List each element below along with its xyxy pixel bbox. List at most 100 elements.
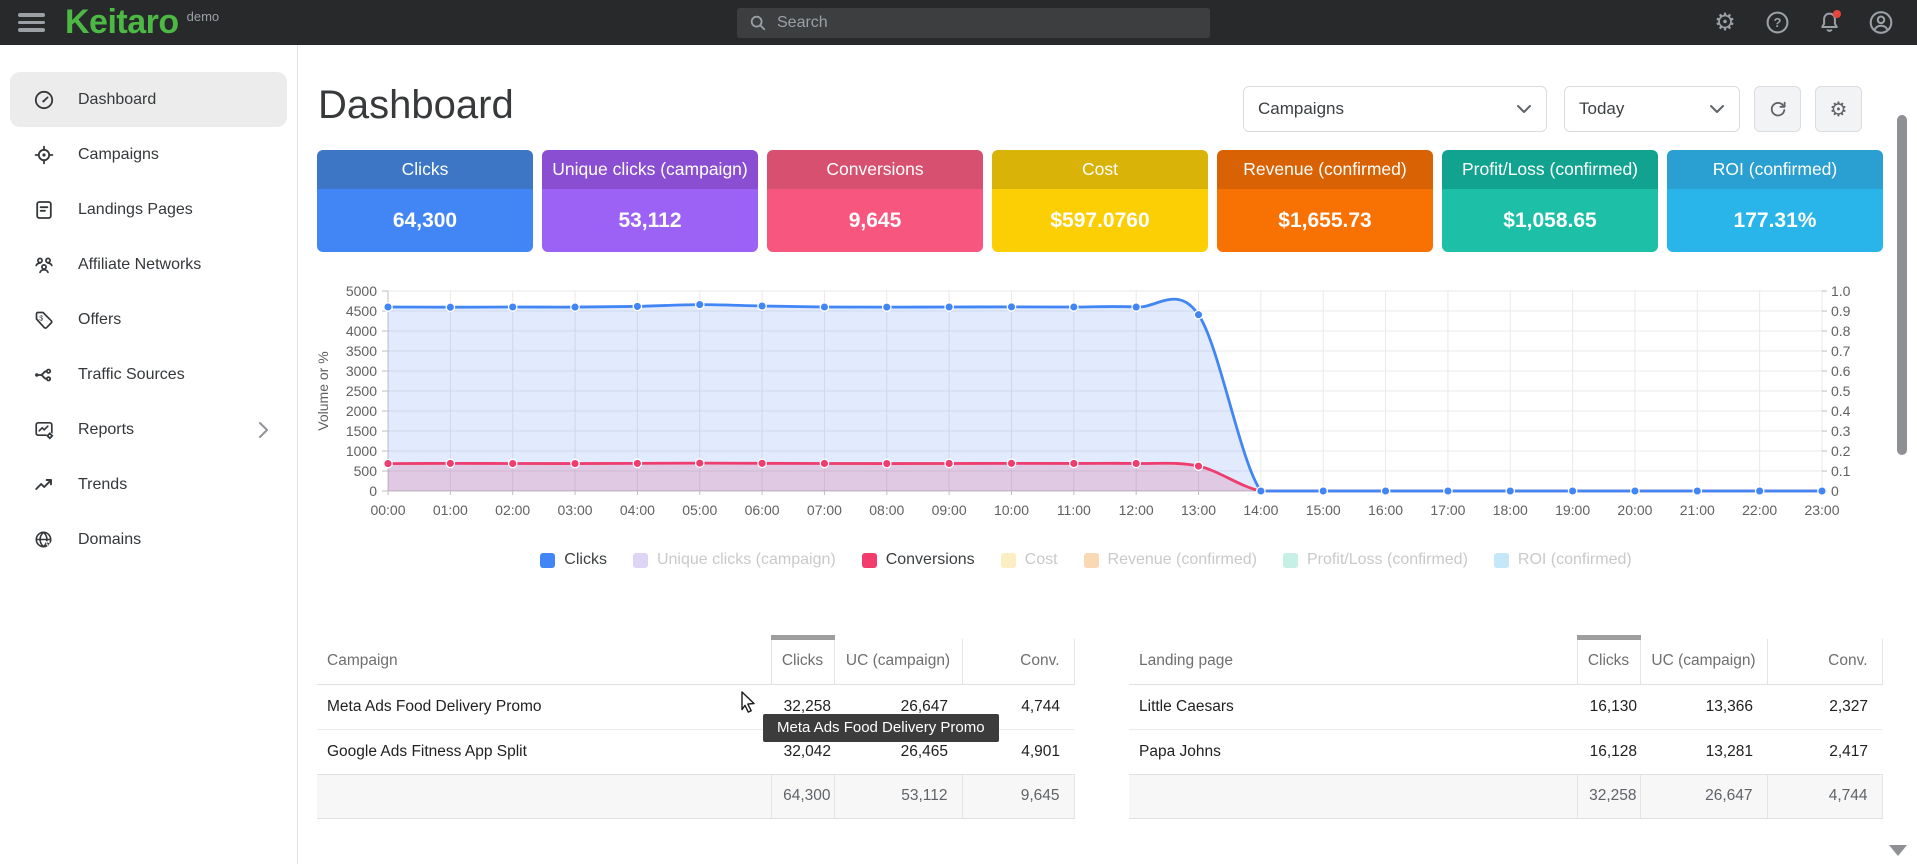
sidebar-item-affiliate-networks[interactable]: Affiliate Networks (10, 237, 287, 292)
table-row[interactable]: Papa Johns 16,128 13,281 2,417 (1129, 729, 1882, 774)
svg-text:00:00: 00:00 (370, 502, 405, 518)
svg-text:1000: 1000 (346, 443, 377, 459)
column-header-conv[interactable]: Conv. (1767, 639, 1882, 684)
svg-text:2500: 2500 (346, 383, 377, 399)
svg-text:16:00: 16:00 (1368, 502, 1403, 518)
svg-text:0.1: 0.1 (1831, 463, 1851, 479)
svg-text:06:00: 06:00 (745, 502, 780, 518)
legend-item-profit-loss[interactable]: Profit/Loss (confirmed) (1283, 551, 1468, 569)
stat-cards-row: Clicks 64,300 Unique clicks (campaign) 5… (317, 150, 1883, 252)
sidebar-item-label: Trends (78, 476, 127, 494)
reports-icon (33, 419, 55, 441)
stat-card-revenue[interactable]: Revenue (confirmed) $1,655.73 (1217, 150, 1433, 252)
sidebar-item-label: Offers (78, 311, 121, 329)
svg-text:USD: USD (1865, 376, 1866, 406)
scroll-down-arrow[interactable] (1889, 845, 1907, 856)
domains-globe-icon (33, 529, 55, 551)
stat-card-roi[interactable]: ROI (confirmed) 177.31% (1667, 150, 1883, 252)
svg-text:11:00: 11:00 (1057, 502, 1091, 518)
sidebar-item-label: Campaigns (78, 146, 159, 164)
sidebar-item-offers[interactable]: $ Offers (10, 292, 287, 347)
svg-text:03:00: 03:00 (558, 502, 593, 518)
table-totals-row: 64,300 53,112 9,645 (317, 774, 1074, 818)
stat-card-unique-clicks[interactable]: Unique clicks (campaign) 53,112 (542, 150, 758, 252)
menu-icon[interactable] (18, 9, 45, 36)
search-input[interactable] (777, 14, 1177, 32)
svg-text:1.0: 1.0 (1831, 283, 1851, 299)
svg-text:0.8: 0.8 (1831, 323, 1851, 339)
column-header-uc[interactable]: UC (campaign) (1640, 639, 1767, 684)
traffic-sources-icon (33, 364, 55, 386)
date-range-value: Today (1579, 99, 1624, 119)
stat-card-cost[interactable]: Cost $597.0760 (992, 150, 1208, 252)
sidebar-item-trends[interactable]: Trends (10, 457, 287, 512)
sidebar-item-dashboard[interactable]: Dashboard (10, 72, 287, 127)
legend-item-revenue[interactable]: Revenue (confirmed) (1084, 551, 1257, 569)
landing-pages-table: Landing page Clicks UC (campaign) Conv. … (1129, 639, 1883, 819)
account-avatar-icon[interactable] (1868, 10, 1894, 36)
stat-card-clicks[interactable]: Clicks 64,300 (317, 150, 533, 252)
column-header-landing-page[interactable]: Landing page (1129, 639, 1577, 684)
column-header-campaign[interactable]: Campaign (317, 639, 771, 684)
table-row[interactable]: Little Caesars 16,130 13,366 2,327 (1129, 684, 1882, 729)
grouping-select-value: Campaigns (1258, 99, 1344, 119)
stat-card-profit-loss[interactable]: Profit/Loss (confirmed) $1,058.65 (1442, 150, 1658, 252)
sidebar-item-label: Domains (78, 531, 141, 549)
legend-item-unique-clicks[interactable]: Unique clicks (campaign) (633, 551, 836, 569)
svg-text:23:00: 23:00 (1804, 502, 1839, 518)
grouping-select[interactable]: Campaigns (1243, 86, 1547, 132)
stat-card-value: 53,112 (618, 209, 681, 233)
legend-swatch (1001, 553, 1016, 568)
svg-text:17:00: 17:00 (1430, 502, 1465, 518)
legend-item-roi[interactable]: ROI (confirmed) (1494, 551, 1632, 569)
campaigns-target-icon (33, 144, 55, 166)
column-header-clicks[interactable]: Clicks (771, 639, 834, 684)
stat-card-value: 177.31% (1734, 209, 1817, 233)
dashboard-chart: 00:0001:0002:0003:0004:0005:0006:0007:00… (306, 277, 1866, 529)
column-header-clicks[interactable]: Clicks (1577, 639, 1640, 684)
chevron-down-icon (1709, 104, 1725, 114)
stat-card-conversions[interactable]: Conversions 9,645 (767, 150, 983, 252)
svg-text:0: 0 (1831, 483, 1839, 499)
svg-text:12:00: 12:00 (1119, 502, 1154, 518)
sidebar-item-traffic-sources[interactable]: Traffic Sources (10, 347, 287, 402)
notifications-bell-icon[interactable] (1816, 10, 1842, 36)
svg-text:22:00: 22:00 (1742, 502, 1777, 518)
main-content: Dashboard Campaigns Today ⚙ Clicks (298, 45, 1917, 864)
sidebar-item-landings-pages[interactable]: Landings Pages (10, 182, 287, 237)
dashboard-settings-button[interactable]: ⚙ (1815, 86, 1862, 132)
settings-gear-icon[interactable]: ⚙ (1712, 10, 1738, 36)
notification-badge (1833, 10, 1841, 18)
svg-text:21:00: 21:00 (1680, 502, 1715, 518)
sidebar-item-campaigns[interactable]: Campaigns (10, 127, 287, 182)
date-range-select[interactable]: Today (1564, 86, 1740, 132)
svg-text:Volume or %: Volume or % (315, 351, 331, 430)
svg-text:09:00: 09:00 (932, 502, 967, 518)
refresh-button[interactable] (1754, 86, 1801, 132)
row-tooltip: Meta Ads Food Delivery Promo (763, 714, 999, 742)
stat-card-value: $1,655.73 (1278, 209, 1371, 233)
svg-text:05:00: 05:00 (682, 502, 717, 518)
legend-item-conversions[interactable]: Conversions (862, 551, 975, 569)
sidebar-item-reports[interactable]: Reports (10, 402, 287, 457)
svg-text:0.9: 0.9 (1831, 303, 1851, 319)
svg-text:14:00: 14:00 (1243, 502, 1278, 518)
legend-swatch (540, 553, 555, 568)
scrollbar-thumb[interactable] (1897, 115, 1907, 455)
svg-text:0.6: 0.6 (1831, 363, 1851, 379)
sidebar-item-label: Affiliate Networks (78, 256, 201, 274)
svg-text:02:00: 02:00 (495, 502, 530, 518)
legend-item-cost[interactable]: Cost (1001, 551, 1058, 569)
help-icon[interactable]: ? (1764, 10, 1790, 36)
sidebar-item-domains[interactable]: Domains (10, 512, 287, 567)
svg-text:2000: 2000 (346, 403, 377, 419)
column-header-uc[interactable]: UC (campaign) (834, 639, 962, 684)
chevron-down-icon (1516, 104, 1532, 114)
global-search[interactable] (737, 8, 1210, 38)
column-header-conv[interactable]: Conv. (962, 639, 1074, 684)
legend-item-clicks[interactable]: Clicks (540, 551, 607, 569)
svg-text:0.5: 0.5 (1831, 383, 1851, 399)
app-logo[interactable]: Keitaro (65, 3, 179, 42)
sidebar-item-label: Traffic Sources (78, 366, 185, 384)
stat-card-label: Profit/Loss (confirmed) (1462, 159, 1638, 180)
